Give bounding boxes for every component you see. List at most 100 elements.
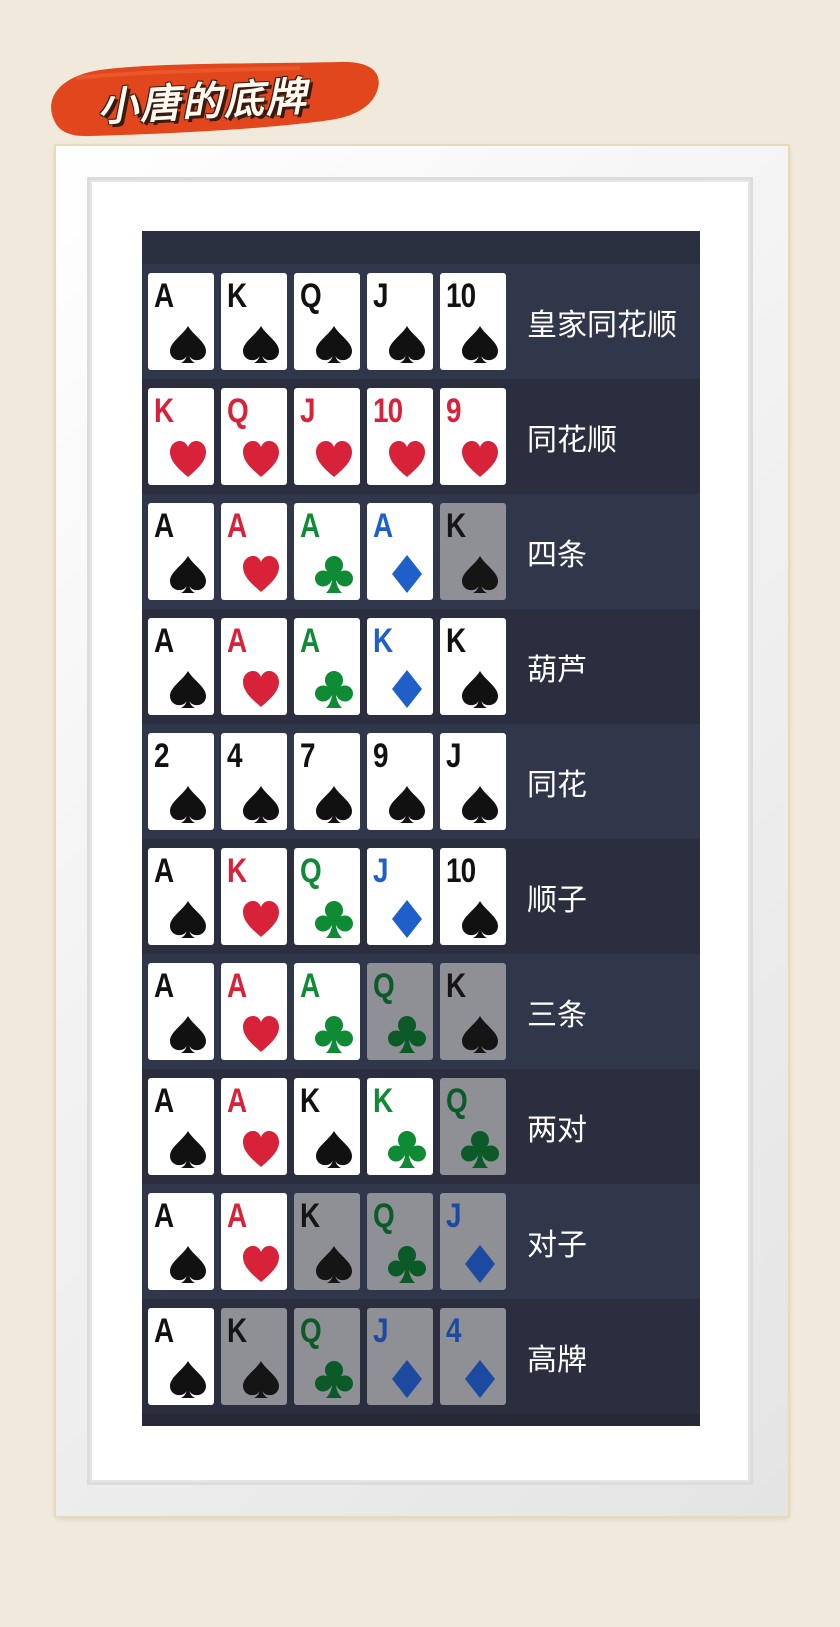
hand-row: K Q J 10 9 同花顺 (142, 379, 700, 494)
playing-card: A (294, 963, 360, 1060)
playing-card: K (221, 848, 287, 945)
club-icon (388, 1016, 426, 1053)
card-rank: Q (300, 852, 322, 890)
playing-card: A (221, 1193, 287, 1290)
hand-row: A A A Q K 三条 (142, 954, 700, 1069)
playing-card: A (148, 848, 214, 945)
playing-card: K (367, 1078, 433, 1175)
hand-name-label: 皇家同花顺 (527, 307, 677, 343)
hand-name-label: 对子 (527, 1227, 587, 1263)
card-rank: A (154, 277, 174, 315)
card-rank: A (300, 507, 320, 545)
heart-icon (243, 671, 279, 707)
playing-card: A (148, 1078, 214, 1175)
card-rank: A (227, 967, 247, 1005)
heart-icon (243, 901, 279, 937)
card-rank: A (154, 1197, 174, 1235)
spade-icon (170, 556, 206, 593)
playing-card: A (148, 503, 214, 600)
card-rank: K (373, 1082, 393, 1120)
card-rank: 4 (227, 737, 243, 775)
spade-icon (170, 1016, 206, 1053)
card-rank: A (154, 967, 174, 1005)
card-rank: 10 (446, 277, 476, 315)
spade-icon (170, 901, 206, 938)
playing-card: 10 (440, 273, 506, 370)
hand-cards: AAKKQ (148, 1078, 506, 1175)
card-rank: K (446, 622, 466, 660)
club-icon (315, 1016, 353, 1053)
card-rank: K (154, 392, 174, 430)
spade-icon (170, 326, 206, 363)
hand-name-label: 同花 (527, 767, 587, 803)
hand-cards: AAAQK (148, 963, 506, 1060)
card-rank: 9 (373, 737, 389, 775)
playing-card: K (221, 1308, 287, 1405)
card-rank: Q (300, 277, 322, 315)
playing-card: K (440, 963, 506, 1060)
hand-row: A A A A K 四条 (142, 494, 700, 609)
card-rank: Q (373, 967, 395, 1005)
club-icon (461, 1131, 499, 1168)
hand-cards: A K Q J 10 (148, 273, 506, 370)
table-header-strip (142, 231, 700, 264)
card-rank: K (300, 1197, 320, 1235)
card-rank: A (300, 967, 320, 1005)
heart-icon (170, 441, 206, 477)
playing-card: A (148, 1308, 214, 1405)
spade-icon (170, 671, 206, 708)
hand-row: A A A K K 葫芦 (142, 609, 700, 724)
hand-cards: 2 4 7 9 J (148, 733, 506, 830)
hand-cards: AAKQJ (148, 1193, 506, 1290)
hand-cards: AAAKK (148, 618, 506, 715)
card-rank: A (227, 507, 247, 545)
heart-icon (462, 441, 498, 477)
hand-row: A A K Q J 对子 (142, 1184, 700, 1299)
club-icon (315, 1361, 353, 1398)
playing-card: 7 (294, 733, 360, 830)
playing-card: A (221, 1078, 287, 1175)
diamond-icon (392, 670, 422, 708)
card-rank: A (373, 507, 393, 545)
playing-card: J (440, 1193, 506, 1290)
card-rank: 10 (446, 852, 476, 890)
diamond-icon (392, 900, 422, 938)
club-icon (315, 671, 353, 708)
playing-card: K (294, 1193, 360, 1290)
diamond-icon (392, 1360, 422, 1398)
hand-cards: K Q J 10 9 (148, 388, 506, 485)
spade-icon (316, 1131, 352, 1168)
club-icon (315, 556, 353, 593)
card-rank: A (300, 622, 320, 660)
hand-cards: A K Q J 4 (148, 1308, 506, 1405)
hand-row: A K Q J 10 顺子 (142, 839, 700, 954)
hand-rows: A K Q J 10 皇家同花顺 K Q J 10 9 同花顺 A A A A K 四条 A A A K K 葫芦 2 4 7 9 J 同… (142, 264, 700, 1414)
spade-icon (243, 326, 279, 363)
playing-card: A (221, 963, 287, 1060)
hand-name-label: 葫芦 (527, 652, 587, 688)
heart-icon (243, 1131, 279, 1167)
card-rank: J (373, 1312, 389, 1350)
playing-card: A (294, 503, 360, 600)
card-rank: J (446, 1197, 462, 1235)
card-rank: A (154, 622, 174, 660)
card-rank: J (300, 392, 316, 430)
spade-icon (462, 326, 498, 363)
card-rank: Q (446, 1082, 468, 1120)
card-rank: J (446, 737, 462, 775)
hand-cards: A K Q J 10 (148, 848, 506, 945)
playing-card: K (440, 503, 506, 600)
card-rank: A (227, 1197, 247, 1235)
playing-card: Q (367, 963, 433, 1060)
playing-card: 10 (440, 848, 506, 945)
spade-icon (170, 1131, 206, 1168)
heart-icon (243, 441, 279, 477)
spade-icon (316, 1246, 352, 1283)
hand-name-label: 同花顺 (527, 422, 617, 458)
playing-card: K (367, 618, 433, 715)
spade-icon (462, 786, 498, 823)
playing-card: 9 (367, 733, 433, 830)
playing-card: A (367, 503, 433, 600)
card-rank: K (373, 622, 393, 660)
card-rank: K (227, 277, 247, 315)
